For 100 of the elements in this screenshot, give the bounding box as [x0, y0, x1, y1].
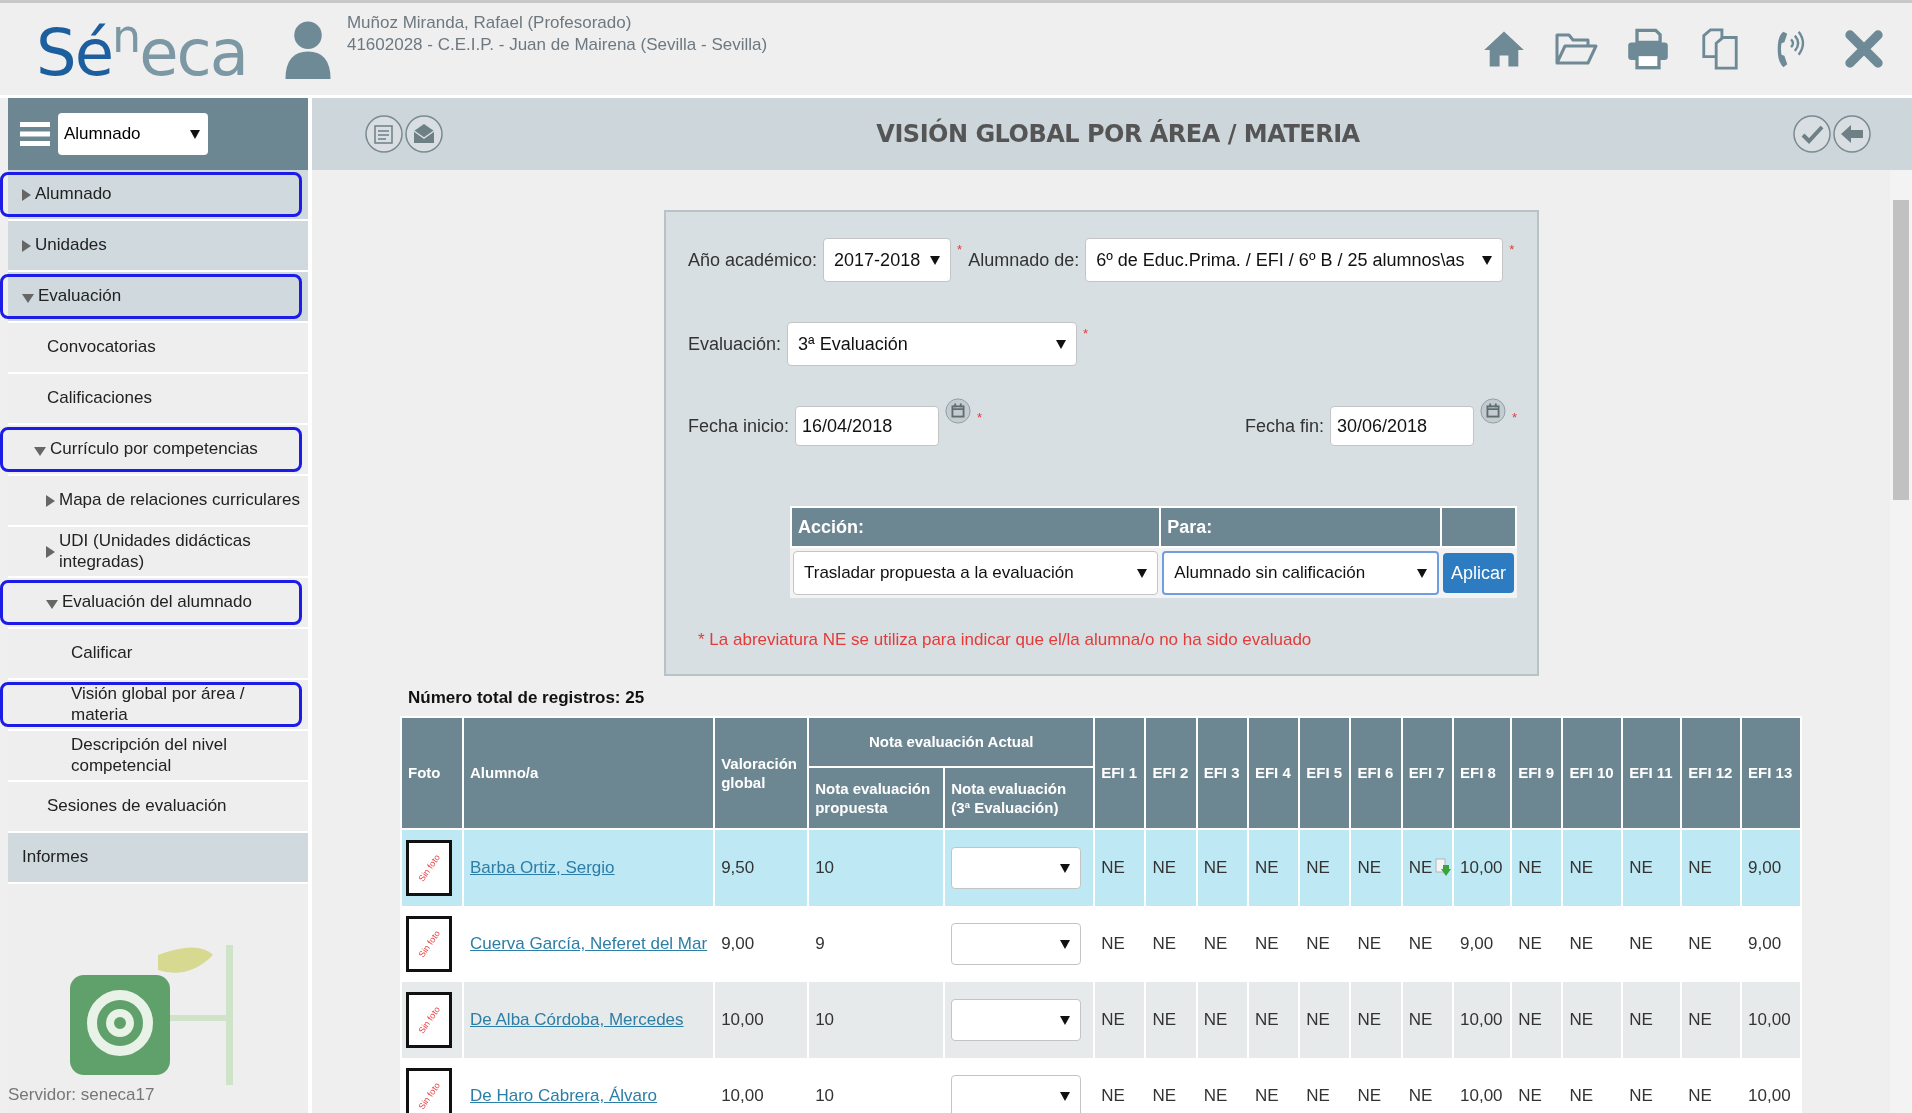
column-header: EFI 10: [1562, 717, 1623, 829]
table-cell: 9,00: [714, 906, 809, 982]
school-name: 41602028 - C.E.I.P. - Juan de Mairena (Sevilla - Sevilla): [346, 35, 768, 55]
table-cell: 9: [808, 906, 945, 982]
caret-icon: [1416, 568, 1427, 578]
table-cell: NE: [1518, 1086, 1542, 1105]
column-header: Alumno/a: [463, 717, 715, 829]
table-cell: 10,00: [1460, 858, 1503, 877]
target-dropdown[interactable]: Alumnado sin calificación: [1162, 551, 1439, 595]
print-icon[interactable]: [1626, 28, 1670, 70]
table-cell: NE: [1357, 858, 1382, 877]
table-cell: 9,00: [1748, 934, 1782, 953]
grade-dropdown[interactable]: [951, 847, 1082, 889]
table-cell: NE: [1306, 1010, 1330, 1029]
table-cell: NE: [1357, 1010, 1382, 1029]
table-cell: NE: [1569, 858, 1594, 877]
table-cell: NE: [1101, 1086, 1125, 1105]
column-header: Acción:: [791, 507, 1161, 547]
field-label: Año académico:: [688, 249, 818, 271]
column-group-header: Nota evaluación Actual: [808, 717, 1095, 767]
caret-icon: [1482, 255, 1493, 265]
dropdown[interactable]: 2017-2018: [823, 238, 952, 282]
envelope-icon[interactable]: [404, 114, 444, 154]
calendar-icon[interactable]: [945, 398, 972, 424]
column-header: EFI 3: [1196, 717, 1248, 829]
sidebar-label: Visión global por área / materia: [71, 684, 246, 725]
expander-icon[interactable]: [22, 293, 34, 303]
document-down-arrow-icon[interactable]: [1435, 858, 1451, 878]
table-cell: NE: [1569, 1010, 1594, 1029]
caret-icon: [1137, 568, 1148, 578]
sidebar-label: Evaluación del alumnado: [62, 592, 252, 613]
table-cell: NE: [1408, 1086, 1433, 1105]
table-row[interactable]: Sin foto De Alba Córdoba, Mercedes 10,00 10 NE NE NE NE NE NE NE 10,00 NE NE NE NE 10,00: [401, 982, 1801, 1058]
sidebar-label: Unidades: [35, 235, 107, 256]
sidebar-label: Alumnado: [35, 184, 112, 205]
action-dropdown[interactable]: Trasladar propuesta a la evaluación: [793, 551, 1159, 595]
calendar-icon[interactable]: [1479, 398, 1506, 424]
record-count: Número total de registros: 25: [408, 688, 646, 708]
caret-icon: [190, 129, 200, 139]
table-cell: NE: [1152, 1086, 1177, 1105]
expander-icon[interactable]: [46, 599, 58, 609]
table-cell: NE: [1203, 1010, 1228, 1029]
scrollbar[interactable]: [1890, 170, 1912, 1113]
table-cell: NE: [1518, 858, 1542, 877]
sidebar-label: Evaluación: [38, 286, 122, 307]
grade-dropdown[interactable]: [951, 1075, 1082, 1113]
expander-icon[interactable]: [22, 239, 31, 252]
column-header: EFI 6: [1350, 717, 1402, 829]
sidebar-label: Descripción del nivel competencial: [71, 735, 228, 776]
table-cell: NE: [1254, 1010, 1279, 1029]
table-cell: NE: [1408, 858, 1433, 877]
expander-icon[interactable]: [46, 545, 55, 558]
field-label: Evaluación:: [688, 333, 782, 355]
table-cell: NE: [1306, 1086, 1330, 1105]
sidebar-label: Mapa de relaciones curriculares: [59, 490, 300, 511]
no-photo-label: Sin foto: [416, 1004, 442, 1036]
grade-dropdown[interactable]: [951, 923, 1082, 965]
column-header: EFI 13: [1741, 717, 1801, 829]
date-field[interactable]: 30/06/2018: [1329, 406, 1474, 446]
module-select[interactable]: Alumnado: [58, 113, 208, 155]
sidebar-label: Calificar: [71, 643, 133, 664]
menu-icon[interactable]: [20, 120, 50, 148]
table-cell: NE: [1306, 934, 1330, 953]
column-header: EFI 2: [1145, 717, 1197, 829]
required-mark: *: [977, 410, 983, 425]
table-row[interactable]: Sin foto De Haro Cabrera, Álvaro 10,00 10 NE NE NE NE NE NE NE 10,00 NE NE NE NE 10,00: [401, 1058, 1801, 1113]
table-cell: 10: [808, 982, 945, 1058]
date-field[interactable]: 16/04/2018: [795, 406, 940, 446]
table-cell: NE: [1101, 1010, 1125, 1029]
check-icon[interactable]: [1792, 114, 1832, 154]
caret-icon: [1060, 939, 1071, 949]
sidebar-item[interactable]: Unidades: [8, 221, 308, 272]
expander-icon[interactable]: [46, 494, 55, 507]
caret-icon: [1056, 339, 1067, 349]
footnote: * La abreviatura NE se utiliza para indicar que el/la alumna/o no ha sido evaluado: [698, 630, 1313, 650]
table-row[interactable]: Sin foto Cuerva García, Neferet del Mar 9,00 9 NE NE NE NE NE NE NE 9,00 NE NE NE NE 9,00: [401, 906, 1801, 982]
grade-dropdown[interactable]: [951, 999, 1082, 1041]
column-header: EFI 12: [1681, 717, 1742, 829]
table-row[interactable]: Sin foto Barba Ortiz, Sergio 9,50 10 NE NE NE NE NE NE NE 10,00 NE NE NE NE 9,00: [401, 829, 1801, 906]
close-icon[interactable]: [1842, 28, 1886, 70]
expander-icon[interactable]: [22, 188, 31, 201]
table-cell: 10,00: [1460, 1086, 1503, 1105]
table-cell: 9,50: [714, 829, 809, 906]
table-cell: NE: [1569, 1086, 1594, 1105]
caret-icon: [1060, 863, 1071, 873]
column-header: EFI 7: [1401, 717, 1453, 829]
apply-button[interactable]: Aplicar: [1442, 553, 1514, 593]
page-title: VISIÓN GLOBAL POR ÁREA / MATERIA: [875, 120, 1361, 148]
dropdown[interactable]: 6º de Educ.Prima. / EFI / 6º B / 25 alumnos\as: [1085, 238, 1504, 282]
column-header: Nota evaluación propuesta: [808, 767, 945, 829]
table-cell: NE: [1152, 934, 1177, 953]
sidebar-item[interactable]: Informes: [8, 833, 308, 884]
field-label: Fecha fin:: [1244, 415, 1324, 437]
table-cell: NE: [1688, 1010, 1712, 1029]
sidebar-label: UDI (Unidades didácticas integradas): [59, 531, 252, 572]
required-mark: *: [1083, 326, 1089, 341]
expander-icon[interactable]: [34, 446, 46, 456]
field-label: Alumnado de:: [968, 249, 1080, 271]
dropdown[interactable]: 3ª Evaluación: [787, 322, 1078, 366]
table-cell: NE: [1569, 934, 1594, 953]
